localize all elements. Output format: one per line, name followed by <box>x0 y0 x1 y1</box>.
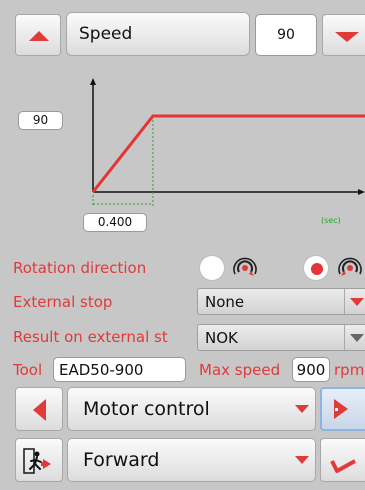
max-speed-unit: rpm <box>334 361 365 379</box>
exit-door-icon <box>23 448 51 474</box>
exit-button[interactable] <box>15 438 63 482</box>
rotation-counterclockwise-icon <box>338 257 362 276</box>
arrow-left-icon <box>33 399 46 421</box>
arrow-up-icon <box>29 31 49 41</box>
rotation-direction-label: Rotation direction <box>13 259 147 277</box>
arrow-right-icon <box>334 399 348 419</box>
external-stop-select[interactable]: None <box>197 288 365 315</box>
direction-value: Forward <box>83 449 160 471</box>
speed-profile-chart <box>0 64 365 234</box>
tool-label: Tool <box>13 361 43 379</box>
x-unit-label: (sec) <box>321 216 341 225</box>
parameter-value-field[interactable]: 90 <box>255 14 317 56</box>
direction-select[interactable]: Forward <box>67 438 316 482</box>
y-axis-arrow <box>90 78 96 85</box>
rotation-clockwise-radio[interactable] <box>199 255 225 281</box>
arrow-down-icon <box>335 32 359 42</box>
mode-value: Motor control <box>83 398 210 420</box>
max-speed-field[interactable]: 900 <box>292 357 330 382</box>
result-external-stop-select[interactable]: NOK <box>197 324 365 351</box>
result-external-stop-dropdown[interactable] <box>344 325 365 350</box>
external-stop-value: None <box>205 293 245 311</box>
checkmark-icon <box>330 459 356 473</box>
direction-dropdown[interactable] <box>289 439 315 481</box>
x-value-field[interactable]: 0.400 <box>83 213 147 232</box>
next-page-button[interactable] <box>320 387 365 431</box>
external-stop-dropdown[interactable] <box>344 289 365 314</box>
y-value-field[interactable]: 90 <box>18 111 63 130</box>
previous-page-button[interactable] <box>15 387 63 431</box>
parameter-value: 90 <box>277 27 295 43</box>
rotation-clockwise-icon <box>233 257 257 276</box>
result-external-stop-value: NOK <box>205 329 238 347</box>
speed-profile-plot <box>90 78 365 206</box>
max-speed-label: Max speed <box>199 361 281 379</box>
radio-selected-dot <box>311 263 323 275</box>
speed-profile-line <box>91 114 365 193</box>
chevron-down-icon <box>350 333 364 342</box>
tool-field[interactable]: EAD50-900 <box>53 357 186 382</box>
rotation-counterclockwise-radio[interactable] <box>303 255 329 281</box>
y-value-label: 90 <box>32 113 49 127</box>
chevron-down-icon <box>295 405 309 413</box>
tool-value: EAD50-900 <box>59 361 144 379</box>
scroll-up-button[interactable] <box>15 14 61 56</box>
scroll-down-button[interactable] <box>322 14 365 56</box>
mode-select[interactable]: Motor control <box>67 387 316 431</box>
x-axis-arrow <box>358 189 365 195</box>
x-value-label: 0.400 <box>97 215 133 229</box>
max-speed-value: 900 <box>296 361 326 379</box>
chevron-down-icon <box>295 456 309 464</box>
parameter-name: Speed <box>79 24 133 44</box>
mode-dropdown[interactable] <box>289 388 315 430</box>
result-external-stop-label: Result on external st <box>13 328 168 346</box>
confirm-button[interactable] <box>320 438 365 482</box>
external-stop-label: External stop <box>13 293 113 311</box>
parameter-name-field[interactable]: Speed <box>66 12 250 56</box>
chevron-down-icon <box>350 297 364 306</box>
